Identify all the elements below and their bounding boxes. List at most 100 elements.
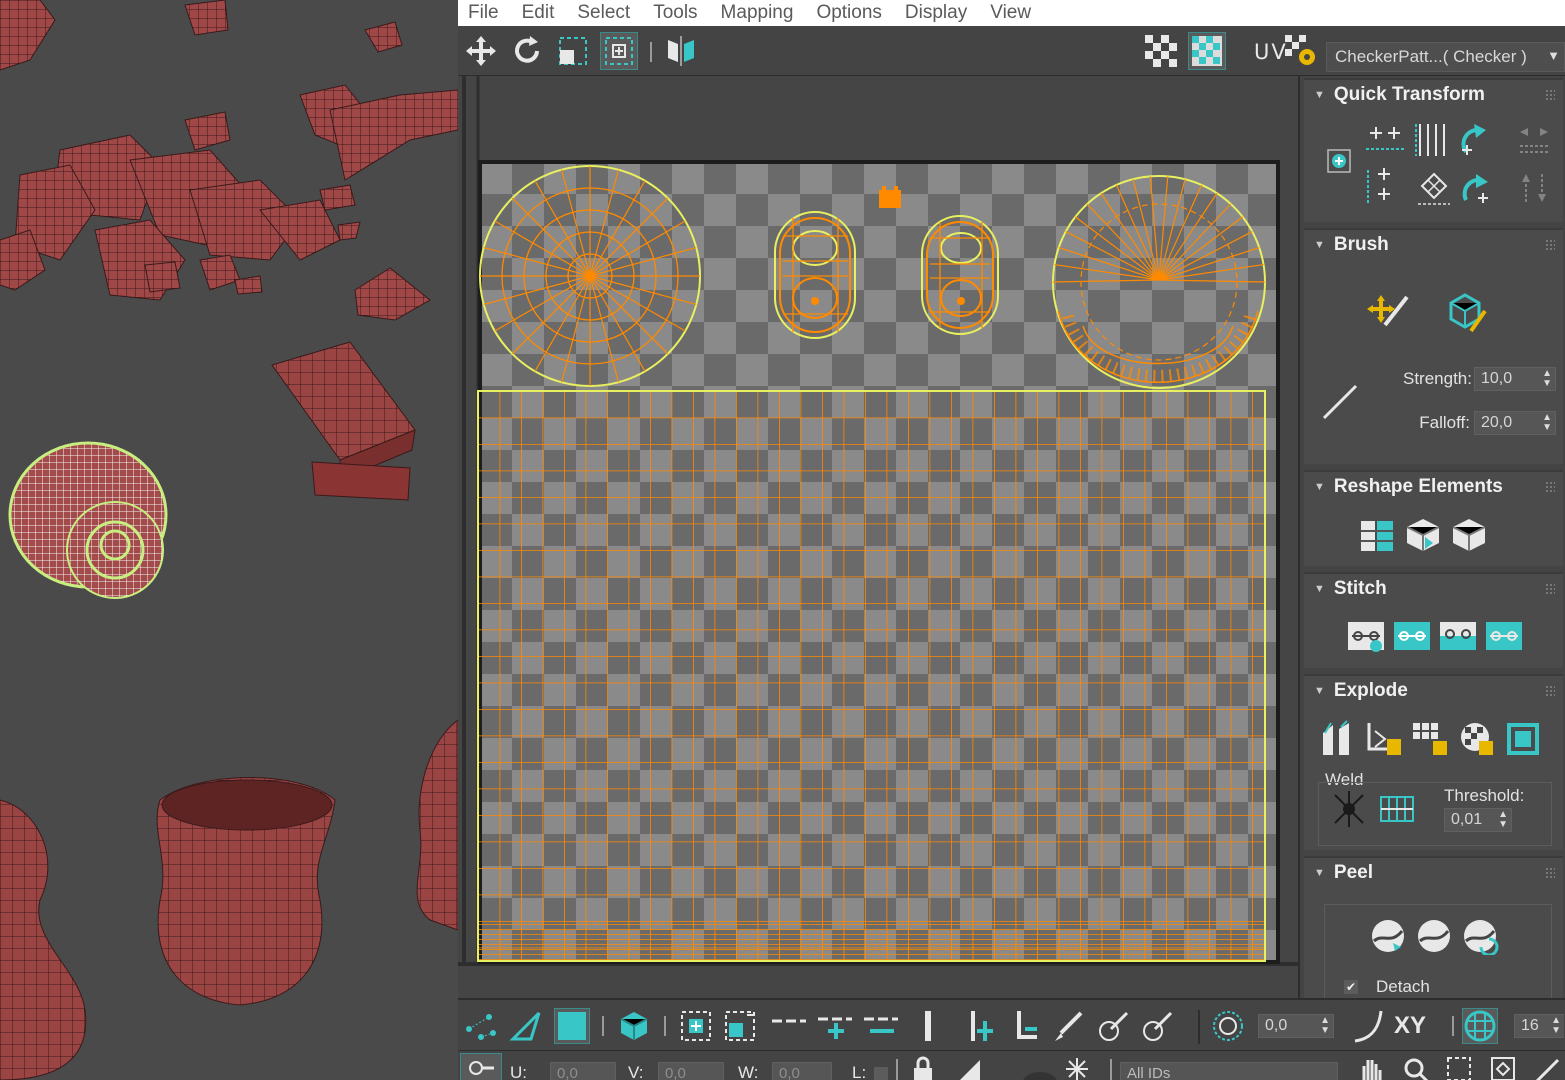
scale-icon[interactable]: [554, 32, 592, 70]
checker-toggle-icon[interactable]: [1142, 32, 1180, 70]
break-icon[interactable]: [1318, 718, 1360, 760]
loop-grow-icon[interactable]: [816, 1008, 852, 1044]
v-field[interactable]: 0,0: [658, 1062, 724, 1080]
threshold-spinner[interactable]: 0,01 ▲ ▼: [1444, 808, 1512, 832]
drag-grip-icon[interactable]: [1545, 239, 1555, 251]
zoom-extents-icon[interactable]: [1486, 1055, 1520, 1080]
uv-shell-body[interactable]: [477, 390, 1266, 962]
drag-grip-icon[interactable]: [1545, 481, 1555, 493]
rollout-header[interactable]: ▼ Explode: [1304, 676, 1563, 706]
space-evenly-icon[interactable]: [1412, 168, 1456, 208]
material-ids-dropdown[interactable]: All IDs: [1120, 1062, 1338, 1080]
element-mode-icon[interactable]: [616, 1008, 652, 1044]
spinner-arrows-icon[interactable]: ▲ ▼: [1498, 810, 1508, 830]
hide-icon[interactable]: [1018, 1059, 1062, 1080]
rollout-header[interactable]: ▼ Reshape Elements: [1304, 472, 1563, 502]
uv-canvas[interactable]: [458, 76, 1298, 998]
menu-edit[interactable]: Edit: [522, 2, 555, 24]
ring-grow-icon[interactable]: [962, 1008, 998, 1044]
l-checkbox[interactable]: [874, 1067, 888, 1080]
grow-selection-icon[interactable]: [678, 1008, 714, 1044]
checker-texture-icon[interactable]: [1188, 32, 1226, 70]
spinner-arrows-icon[interactable]: ▲ ▼: [1542, 413, 1552, 433]
flip-vertical-icon[interactable]: [1514, 168, 1554, 208]
angle-spinner[interactable]: 0,0 ▲ ▼: [1258, 1014, 1334, 1038]
set-pivot-icon[interactable]: [1324, 146, 1354, 176]
straighten-icon[interactable]: [1356, 514, 1398, 556]
flatten-by-icon[interactable]: [1502, 718, 1544, 760]
paint-grow-icon[interactable]: [1094, 1008, 1130, 1044]
rotate-minus-90-icon[interactable]: [1456, 120, 1496, 160]
menu-mapping[interactable]: Mapping: [721, 2, 794, 24]
show-seams-icon[interactable]: [952, 1055, 986, 1080]
ring-select-icon[interactable]: [910, 1008, 946, 1044]
texture-dropdown[interactable]: CheckerPatt...( Checker ) ▼: [1326, 42, 1565, 72]
drag-grip-icon[interactable]: [1545, 583, 1555, 595]
falloff-curve-icon[interactable]: [1350, 1008, 1386, 1044]
polygon-mode-icon[interactable]: [554, 1008, 590, 1044]
soft-select-icon[interactable]: [1210, 1008, 1246, 1044]
pan-hand-icon[interactable]: [1354, 1055, 1388, 1080]
pinch-brush-icon[interactable]: [1318, 380, 1362, 424]
drag-grip-icon[interactable]: [1545, 867, 1555, 879]
mirror-icon[interactable]: [662, 32, 700, 70]
stitch-to-target-icon[interactable]: [1392, 616, 1432, 656]
shrink-selection-icon[interactable]: [722, 1008, 758, 1044]
rotate-icon[interactable]: [508, 32, 546, 70]
peel-mode-icon[interactable]: [1414, 916, 1454, 956]
ring-shrink-icon[interactable]: [1006, 1008, 1042, 1044]
u-field[interactable]: 0,0: [550, 1062, 616, 1080]
split-by-material-icon[interactable]: [1456, 718, 1498, 760]
rollout-header[interactable]: ▼ Brush: [1304, 230, 1563, 260]
align-horizontal-icon[interactable]: [1364, 120, 1408, 156]
paint-select-icon[interactable]: [1050, 1008, 1086, 1044]
align-grid-icon[interactable]: [1364, 168, 1408, 208]
spinner-arrows-icon[interactable]: ▲ ▼: [1320, 1016, 1330, 1036]
paint-move-brush-icon[interactable]: [1366, 290, 1412, 336]
grid-spinner[interactable]: 16 ▲ ▼: [1514, 1014, 1564, 1038]
relax-icon[interactable]: [1402, 514, 1444, 556]
menu-view[interactable]: View: [990, 2, 1031, 24]
split-by-smoothing-icon[interactable]: [1410, 718, 1452, 760]
freeform-icon[interactable]: [600, 32, 638, 70]
freeze-icon[interactable]: [1060, 1055, 1094, 1080]
detach-checkbox[interactable]: ✔: [1344, 980, 1358, 994]
align-vertical-icon[interactable]: [1412, 120, 1452, 160]
relax-brush-icon[interactable]: [1444, 290, 1490, 336]
loop-select-icon[interactable]: [770, 1008, 806, 1044]
zoom-region-icon[interactable]: [1442, 1055, 1476, 1080]
texture-settings-icon[interactable]: [1282, 32, 1320, 70]
stitch-average-icon[interactable]: [1438, 616, 1478, 656]
edge-mode-icon[interactable]: [508, 1008, 544, 1044]
xy-space-toggle[interactable]: XY: [1394, 1012, 1426, 1040]
weld-all-icon[interactable]: [1376, 788, 1418, 830]
menu-display[interactable]: Display: [905, 2, 967, 24]
quick-peel-icon[interactable]: [1368, 916, 1408, 956]
menu-select[interactable]: Select: [577, 2, 630, 24]
spinner-arrows-icon[interactable]: ▲ ▼: [1542, 369, 1552, 389]
split-by-polygon-icon[interactable]: [1364, 718, 1406, 760]
w-field[interactable]: 0,0: [772, 1062, 832, 1080]
rotate-plus-90-icon[interactable]: [1456, 168, 1496, 208]
weld-selected-icon[interactable]: [1328, 788, 1370, 830]
drag-grip-icon[interactable]: [1545, 685, 1555, 697]
snap-icon[interactable]: [1530, 1055, 1564, 1080]
menu-tools[interactable]: Tools: [653, 2, 697, 24]
rollout-header[interactable]: ▼ Peel: [1304, 858, 1563, 888]
rollout-header[interactable]: ▼ Quick Transform: [1304, 80, 1563, 110]
grid-snap-icon[interactable]: [1462, 1008, 1498, 1044]
absolute-mode-icon[interactable]: [460, 1053, 502, 1080]
menu-options[interactable]: Options: [816, 2, 881, 24]
vertex-mode-icon[interactable]: [462, 1008, 498, 1044]
paint-shrink-icon[interactable]: [1138, 1008, 1174, 1044]
spinner-arrows-icon[interactable]: ▲ ▼: [1551, 1016, 1561, 1036]
flip-horizontal-icon[interactable]: [1514, 120, 1554, 160]
strength-spinner[interactable]: 10,0 ▲ ▼: [1474, 367, 1556, 391]
reset-peel-icon[interactable]: [1460, 916, 1500, 956]
stitch-to-source-icon[interactable]: [1484, 616, 1524, 656]
falloff-spinner[interactable]: 20,0 ▲ ▼: [1474, 411, 1556, 435]
stitch-custom-icon[interactable]: [1346, 616, 1386, 656]
drag-grip-icon[interactable]: [1545, 89, 1555, 101]
uv-shell-top-disk[interactable]: [479, 165, 701, 387]
move-icon[interactable]: [462, 32, 500, 70]
